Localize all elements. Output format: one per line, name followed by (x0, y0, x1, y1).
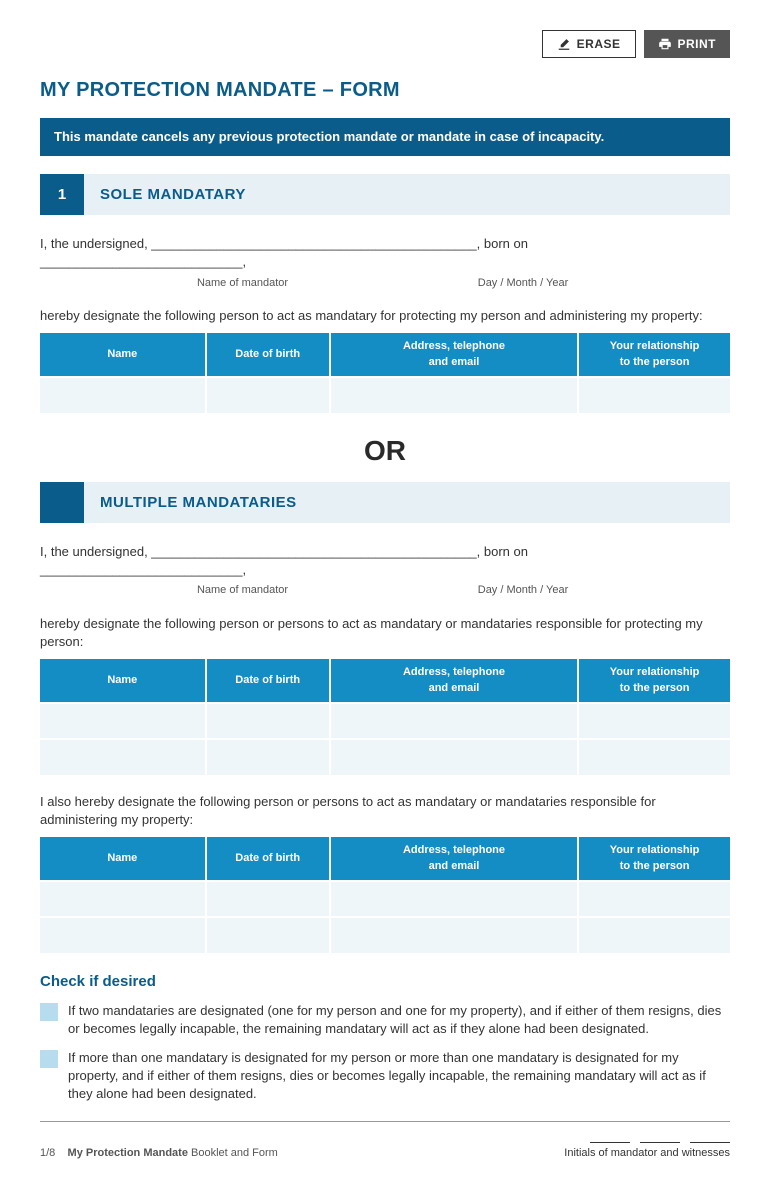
th-addr: Address, telephone and email (330, 837, 578, 881)
th-rel: Your relationship to the person (578, 837, 730, 881)
footer-right: Initials of mandator and witnesses (564, 1142, 730, 1161)
sublabel-name-2: Name of mandator (40, 583, 385, 598)
checkbox-2[interactable] (40, 1050, 58, 1068)
footer-booklet-rest: Booklet and Form (188, 1147, 278, 1159)
th-addr: Address, telephone and email (330, 333, 578, 377)
erase-label: ERASE (577, 37, 621, 51)
sublabel-date-2: Day / Month / Year (385, 583, 661, 598)
th-rel: Your relationship to the person (578, 659, 730, 703)
sublabel-name-1: Name of mandator (40, 276, 385, 291)
initials-label: Initials of mandator and witnesses (564, 1146, 730, 1161)
print-label: PRINT (678, 37, 717, 51)
erase-icon (557, 37, 571, 51)
check-heading: Check if desired (40, 971, 730, 992)
sublabels-2: Name of mandator Day / Month / Year (40, 583, 730, 598)
or-divider: OR (40, 431, 730, 470)
cancel-notice: This mandate cancels any previous protec… (40, 118, 730, 156)
section-1-title: SOLE MANDATARY (84, 174, 730, 215)
th-addr: Address, telephone and email (330, 659, 578, 703)
th-dob: Date of birth (206, 659, 330, 703)
multi-property-table: Name Date of birth Address, telephone an… (40, 837, 730, 953)
designate-text-2a: hereby designate the following person or… (40, 615, 730, 651)
table-row[interactable] (40, 703, 730, 739)
th-rel: Your relationship to the person (578, 333, 730, 377)
th-dob: Date of birth (206, 837, 330, 881)
check-text-1: If two mandataries are designated (one f… (68, 1002, 730, 1038)
footer-left: 1/8 My Protection Mandate Booklet and Fo… (40, 1146, 278, 1161)
print-button[interactable]: PRINT (644, 30, 731, 58)
check-text-2: If more than one mandatary is designated… (68, 1049, 730, 1104)
table-row[interactable] (40, 881, 730, 917)
sublabels-1: Name of mandator Day / Month / Year (40, 276, 730, 291)
th-name: Name (40, 837, 206, 881)
check-item-2: If more than one mandatary is designated… (40, 1049, 730, 1104)
page-footer: 1/8 My Protection Mandate Booklet and Fo… (40, 1142, 730, 1161)
undersigned-line-1[interactable]: I, the undersigned, ____________________… (40, 235, 730, 271)
page-number: 1/8 (40, 1147, 55, 1159)
multi-person-table: Name Date of birth Address, telephone an… (40, 659, 730, 775)
checkbox-1[interactable] (40, 1003, 58, 1021)
designate-text-2b: I also hereby designate the following pe… (40, 793, 730, 829)
sole-mandatary-table: Name Date of birth Address, telephone an… (40, 333, 730, 413)
designate-text-1: hereby designate the following person to… (40, 307, 730, 325)
th-dob: Date of birth (206, 333, 330, 377)
section-2-number-blank (40, 482, 84, 523)
initials-lines[interactable] (564, 1142, 730, 1143)
erase-button[interactable]: ERASE (542, 30, 636, 58)
table-row[interactable] (40, 377, 730, 413)
section-2-header: MULTIPLE MANDATARIES (40, 482, 730, 523)
toolbar: ERASE PRINT (40, 30, 730, 58)
sublabel-date-1: Day / Month / Year (385, 276, 661, 291)
footer-rule (40, 1121, 730, 1122)
undersigned-line-2[interactable]: I, the undersigned, ____________________… (40, 543, 730, 579)
print-icon (658, 37, 672, 51)
footer-booklet-bold: My Protection Mandate (68, 1147, 188, 1159)
th-name: Name (40, 333, 206, 377)
th-name: Name (40, 659, 206, 703)
section-1-number: 1 (40, 174, 84, 215)
check-item-1: If two mandataries are designated (one f… (40, 1002, 730, 1038)
table-row[interactable] (40, 917, 730, 953)
page-title: MY PROTECTION MANDATE – FORM (40, 76, 730, 104)
section-2-title: MULTIPLE MANDATARIES (84, 482, 730, 523)
section-1-header: 1 SOLE MANDATARY (40, 174, 730, 215)
table-row[interactable] (40, 739, 730, 775)
